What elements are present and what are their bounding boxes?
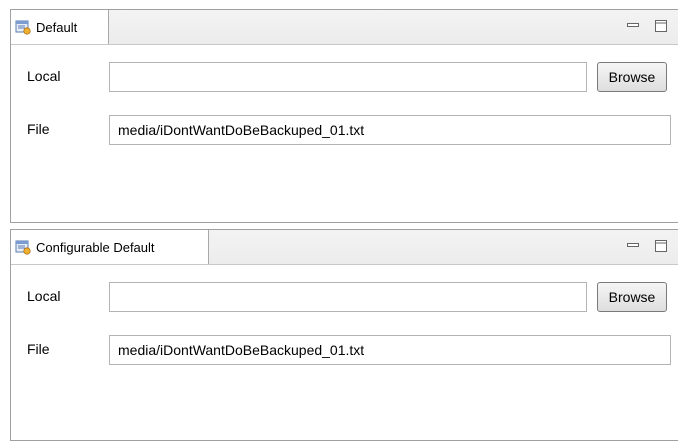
minimize-icon[interactable]: [626, 19, 640, 33]
tab-default[interactable]: Default: [11, 10, 109, 44]
browse-button[interactable]: Browse: [597, 62, 667, 92]
local-label: Local: [27, 288, 61, 304]
maximize-icon[interactable]: [654, 239, 668, 253]
file-input[interactable]: [109, 335, 671, 365]
configurable-default-panel: Configurable Default Local Browse File: [10, 229, 678, 441]
file-label: File: [27, 341, 50, 357]
panel-tab-bar: Configurable Default: [11, 230, 678, 265]
panel-tab-bar: Default: [11, 10, 678, 45]
editor-tab-icon: [15, 20, 31, 35]
file-row: File: [11, 115, 678, 145]
local-input[interactable]: [109, 282, 587, 312]
local-row: Local Browse: [11, 282, 678, 312]
default-panel: Default Local Browse File: [10, 9, 678, 223]
minimize-icon[interactable]: [626, 239, 640, 253]
local-row: Local Browse: [11, 62, 678, 92]
maximize-icon[interactable]: [654, 19, 668, 33]
tab-title: Configurable Default: [36, 239, 155, 255]
local-input[interactable]: [109, 62, 587, 92]
editor-tab-icon: [15, 240, 31, 255]
tab-configurable-default[interactable]: Configurable Default: [11, 230, 209, 264]
browse-button[interactable]: Browse: [597, 282, 667, 312]
file-row: File: [11, 335, 678, 365]
file-label: File: [27, 121, 50, 137]
local-label: Local: [27, 68, 61, 84]
tab-title: Default: [36, 19, 78, 35]
file-input[interactable]: [109, 115, 671, 145]
